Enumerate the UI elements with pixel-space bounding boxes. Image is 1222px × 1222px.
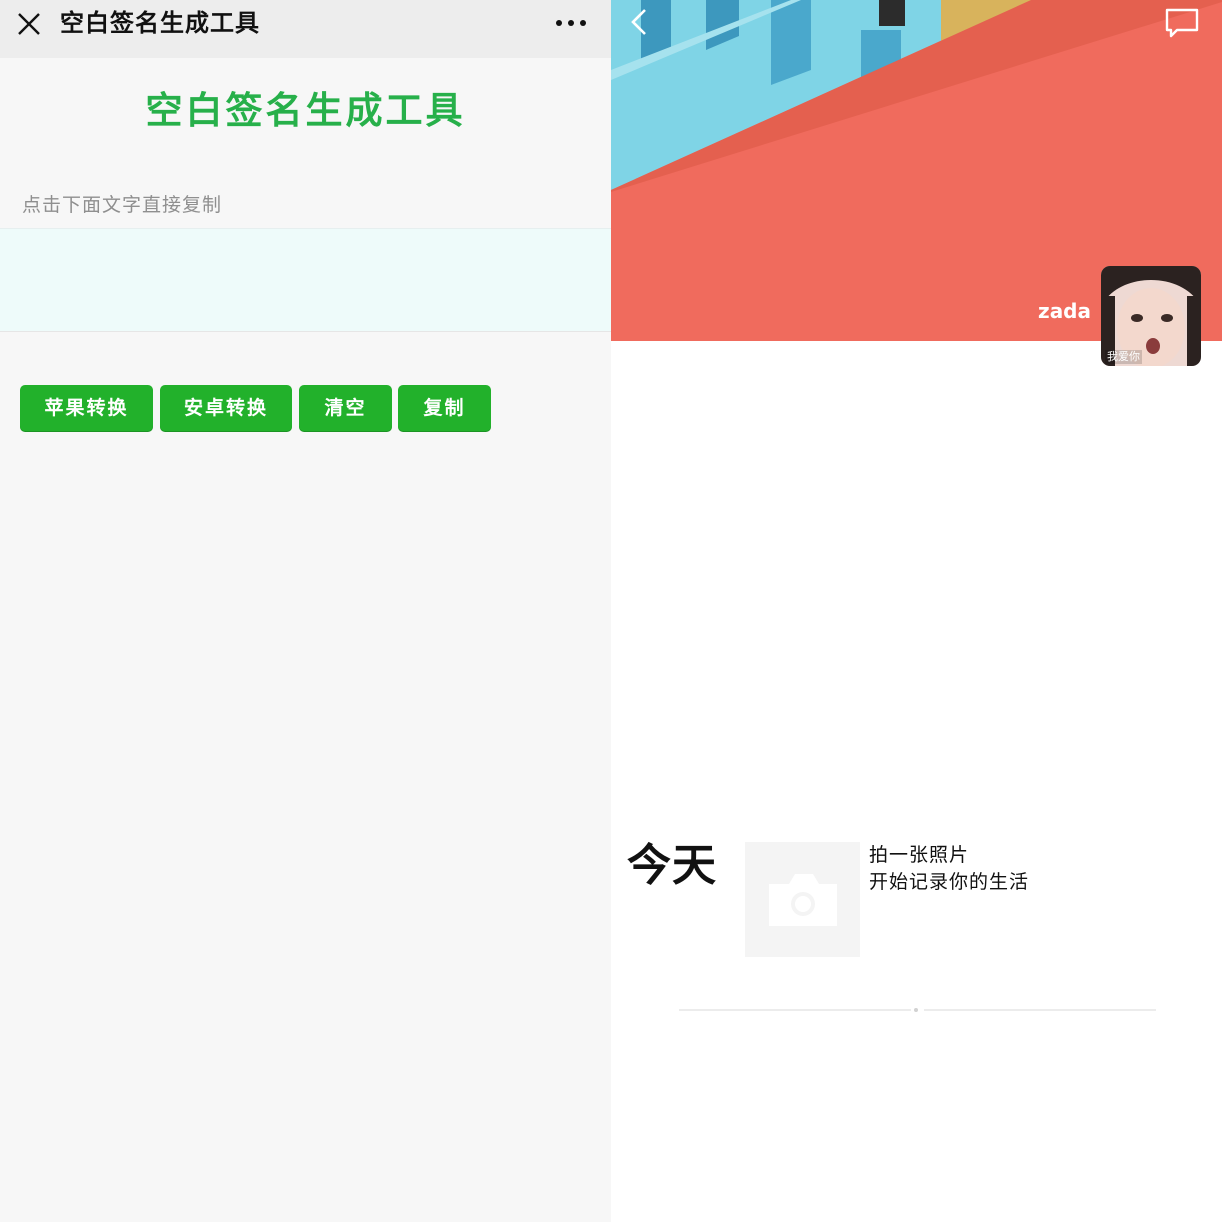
message-icon [1165,8,1199,38]
signature-output-area[interactable] [0,228,611,332]
photo-prompt: 拍一张照片 开始记录你的生活 [869,842,1029,896]
close-icon [18,13,40,35]
more-icon [556,20,586,26]
profile-username: zada [1038,299,1091,323]
copy-hint-text: 点击下面文字直接复制 [22,194,223,216]
nav-title: 空白签名生成工具 [60,9,260,37]
apple-convert-button[interactable]: 苹果转换 [20,385,153,431]
page-title: 空白签名生成工具 [145,89,466,132]
copy-button[interactable]: 复制 [398,385,491,431]
back-button[interactable] [625,4,655,40]
photo-prompt-line2: 开始记录你的生活 [869,871,1030,893]
divider-right [924,1009,1156,1011]
clear-button[interactable]: 清空 [299,385,392,431]
moments-profile: zada 我爱你 今天 拍一张照片 开始记录你的生活 [611,0,1222,1222]
take-photo-button[interactable] [745,842,860,957]
android-convert-button[interactable]: 安卓转换 [160,385,292,431]
divider-left [679,1009,911,1011]
photo-prompt-line1: 拍一张照片 [869,844,970,866]
divider-dot [914,1008,918,1012]
more-button[interactable] [553,8,589,38]
avatar-caption: 我爱你 [1105,350,1142,364]
avatar[interactable]: 我爱你 [1101,266,1201,366]
message-button[interactable] [1163,6,1201,40]
chevron-left-icon [631,9,646,35]
top-nav-bar: 空白签名生成工具 [0,0,611,58]
close-button[interactable] [14,9,44,39]
today-label: 今天 [627,840,717,891]
camera-icon [769,874,837,926]
signature-tool-page: 空白签名生成工具 空白签名生成工具 点击下面文字直接复制 苹果转换 安卓转换 清… [0,0,611,1222]
